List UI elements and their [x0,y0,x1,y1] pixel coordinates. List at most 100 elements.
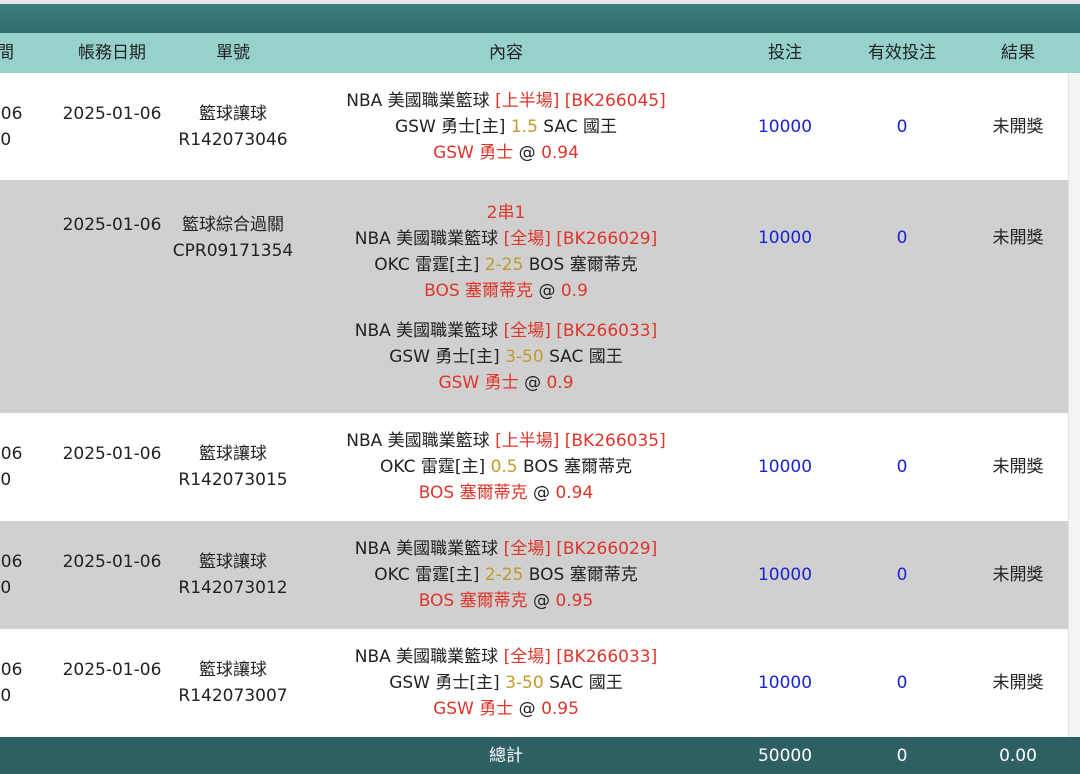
row-ticket-no[interactable]: R142073007 [178,683,287,709]
leg-away: BOS 塞爾蒂克 [528,255,638,275]
leg-period: [上半場] [495,431,560,451]
header-valid-bet[interactable]: 有效投注 [852,33,952,73]
leg-pick: BOS 塞爾蒂克 [418,483,528,503]
leg-home: OKC 雷霆[主] [374,255,480,275]
leg-league: NBA 美國職業籃球 [346,431,490,451]
row-time-clock: 5:00 [0,470,12,490]
leg-away: SAC 國王 [543,116,618,137]
header-ticket[interactable]: 單號 [165,33,301,73]
table-footer: 總計 50000 0 0.00 [0,737,1080,774]
row-account-date: 2025-01-06 [62,552,162,572]
row-bet-type: 籃球綜合過關 [182,215,284,235]
leg-odds: 0.95 [541,699,579,719]
leg-league: NBA 美國職業籃球 [354,321,499,341]
row-account-date: 2025-01-06 [62,660,162,680]
row-account-date: 2025-01-06 [62,103,162,124]
leg-period: [全場] [503,321,551,341]
row-time-date: 01-06 [0,660,23,680]
leg-code: [BK266029] [556,229,658,249]
table-row[interactable]: 01-06 5:00 2025-01-06 籃球讓球 R142073046 NB… [0,73,1068,181]
row-account-date: 2025-01-06 [62,444,162,464]
leg-odds: 0.94 [555,483,594,503]
leg-at: @ [518,142,536,163]
leg-code: [BK266033] [556,321,658,341]
leg-period: [全場] [503,229,551,249]
row-ticket-no[interactable]: R142073012 [178,575,287,601]
leg-away: SAC 國王 [549,347,623,367]
row-result: 未開獎 [992,457,1044,477]
leg-pick: GSW 勇士 [433,699,514,719]
leg-at: @ [533,483,551,503]
leg-at: @ [524,373,542,393]
row-valid-bet: 0 [896,565,908,585]
row-result: 未開獎 [992,116,1044,137]
row-account-date: 2025-01-06 [62,215,162,235]
row-ticket-no[interactable]: R142073046 [178,127,287,153]
parlay-label: 2串1 [486,203,526,223]
leg-home: GSW 勇士[主] [389,673,500,693]
leg-home: GSW 勇士[主] [389,347,500,367]
row-result: 未開獎 [992,565,1044,585]
leg-league: NBA 美國職業籃球 [354,539,499,559]
row-bet: 10000 [757,116,813,137]
leg-odds: 0.9 [546,373,574,393]
row-time-date: 01-06 [0,552,23,572]
leg-code: [BK266045] [564,90,666,111]
table-header: 時間 帳務日期 單號 內容 投注 有效投注 結果 [0,33,1080,73]
leg-period: [上半場] [495,90,560,111]
leg-home: GSW 勇士[主] [394,116,506,137]
table-row[interactable]: 01-06 5:00 2025-01-06 籃球讓球 R142073012 NB… [0,521,1068,630]
row-bet: 10000 [757,228,813,248]
leg-odds: 0.95 [555,591,594,611]
leg-at: @ [538,281,556,301]
row-valid-bet: 0 [896,673,908,693]
leg-line: 2-25 [484,255,524,275]
leg-home: OKC 雷霆[主] [374,565,480,585]
row-time-clock: 5:00 [0,686,12,706]
header-result[interactable]: 結果 [968,33,1068,73]
row-time-date: 01-06 [0,103,23,124]
header-content[interactable]: 內容 [300,33,712,73]
leg-at: @ [518,699,536,719]
leg-code: [BK266033] [556,647,658,667]
row-time-date: 01-06 [0,444,23,464]
row-valid-bet: 0 [896,457,908,477]
leg-code: [BK266035] [564,431,666,451]
row-bet: 10000 [757,457,813,477]
table-row[interactable]: 01-06 5:00 2025-01-06 籃球讓球 R142073007 NB… [0,629,1068,738]
leg-line: 2-25 [484,565,524,585]
table-row[interactable]: 2025-01-06 籃球綜合過關 CPR09171354 2串1 NBA 美國… [0,180,1068,414]
leg-pick: BOS 塞爾蒂克 [418,591,528,611]
leg-league: NBA 美國職業籃球 [354,229,499,249]
scrollbar-track[interactable] [1068,73,1080,737]
header-account-date[interactable]: 帳務日期 [56,33,168,73]
leg-away: SAC 國王 [549,673,623,693]
row-bet-type: 籃球讓球 [199,660,267,680]
row-bet-type: 籃球讓球 [199,444,267,464]
leg-line: 0.5 [490,457,518,477]
table-row[interactable]: 01-06 5:00 2025-01-06 籃球讓球 R142073015 NB… [0,413,1068,522]
leg-at: @ [533,591,551,611]
row-valid-bet: 0 [896,228,908,248]
leg-pick: GSW 勇士 [438,373,519,393]
leg-home: OKC 雷霆[主] [380,457,486,477]
row-result: 未開獎 [992,228,1044,248]
row-bet: 10000 [757,673,813,693]
top-bar [0,0,1080,33]
header-time[interactable]: 時間 [0,33,60,73]
leg-pick: BOS 塞爾蒂克 [424,281,534,301]
leg-away: BOS 塞爾蒂克 [528,565,638,585]
row-content: NBA 美國職業籃球 [上半場] [BK266035] OKC 雷霆[主] 0.… [300,413,712,521]
footer-total-label: 總計 [489,745,523,766]
leg-line: 3-50 [505,347,544,367]
leg-line: 3-50 [505,673,544,693]
row-ticket-no[interactable]: R142073015 [178,467,287,493]
leg-period: [全場] [503,647,551,667]
leg-odds: 0.94 [541,142,579,163]
leg-line: 1.5 [510,116,538,137]
header-bet[interactable]: 投注 [735,33,835,73]
row-result: 未開獎 [992,673,1044,693]
row-time-clock: 5:00 [0,129,12,150]
row-ticket-no[interactable]: CPR09171354 [173,238,293,264]
row-time-clock: 5:00 [0,578,12,598]
